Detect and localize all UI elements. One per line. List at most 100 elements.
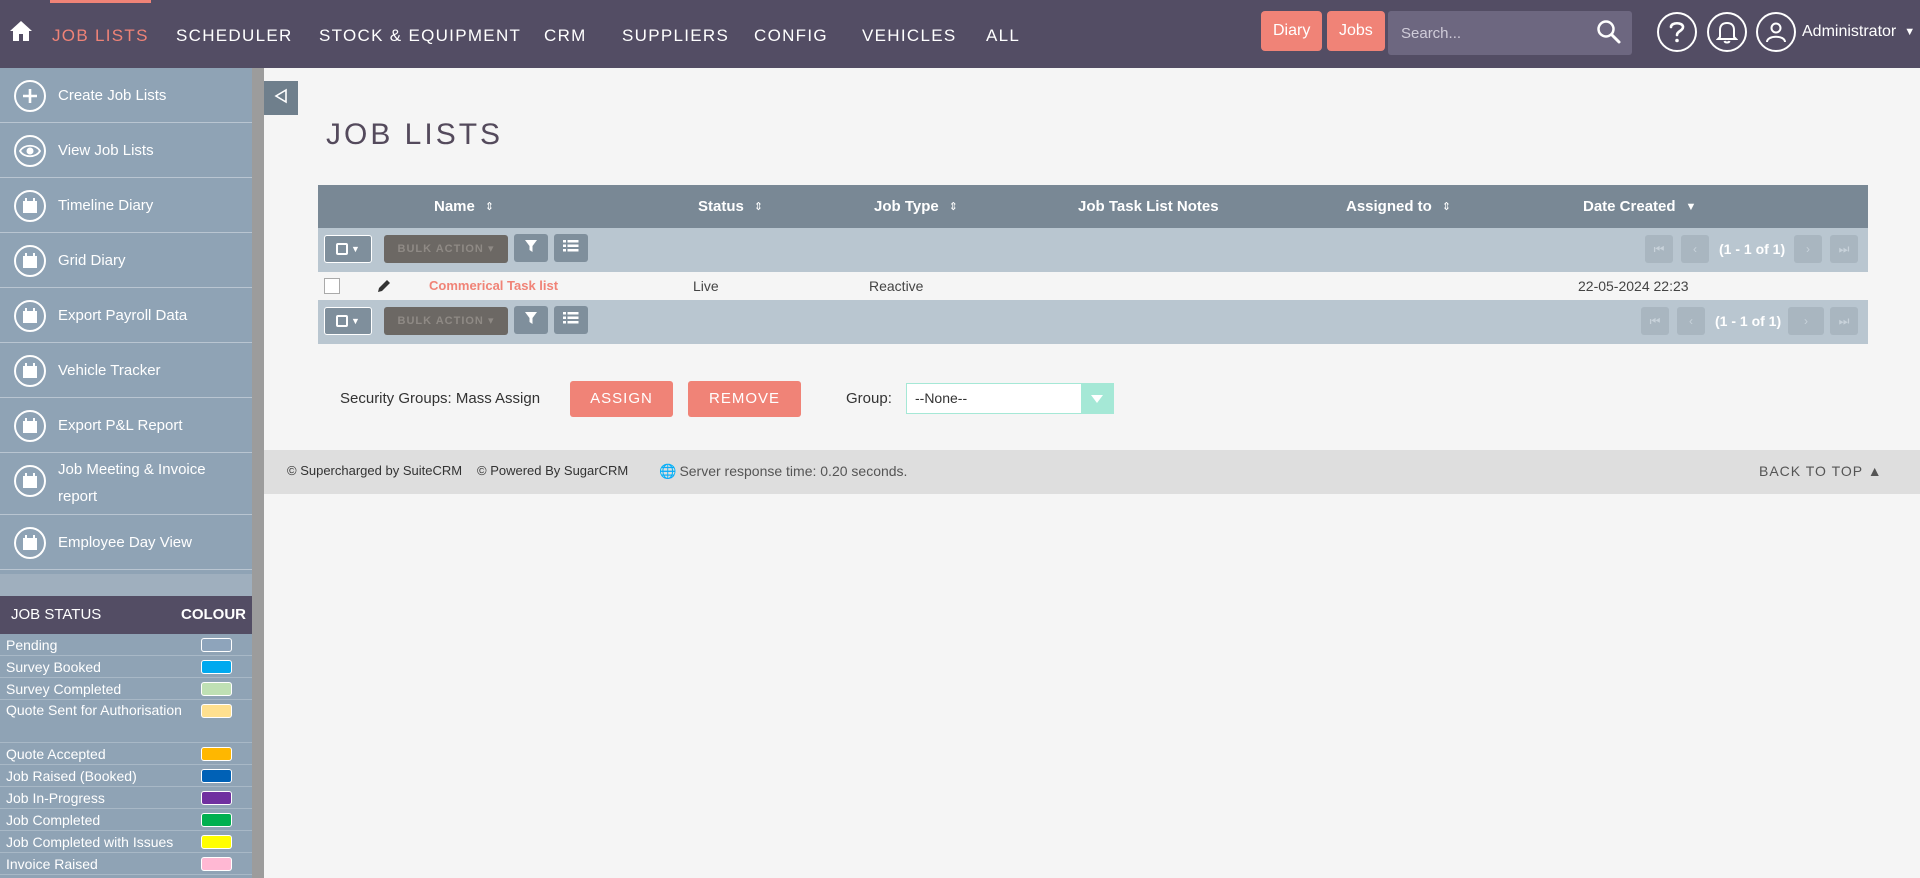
job-status-label: Survey Booked (6, 659, 101, 675)
calendar-icon (14, 527, 46, 559)
sidebar-item-view-job-lists[interactable]: View Job Lists (0, 123, 252, 178)
sidebar-item-employee-day-view[interactable]: Employee Day View (0, 515, 252, 570)
back-to-top-label: BACK TO TOP (1759, 463, 1863, 479)
collapse-sidebar-button[interactable] (264, 81, 298, 115)
job-status-colour-swatch (201, 747, 232, 761)
sort-desc-icon: ▼ (1685, 200, 1697, 213)
sidebar-item-create-job-lists[interactable]: Create Job Lists (0, 68, 252, 123)
globe-icon: 🌐 (659, 463, 677, 479)
bulk-action-button[interactable]: BULK ACTION ▾ (384, 307, 508, 335)
user-avatar-icon (1756, 12, 1796, 52)
column-header-label: Assigned to (1346, 198, 1432, 215)
remove-button[interactable]: REMOVE (688, 381, 801, 417)
sidebar-item-vehicle-tracker[interactable]: Vehicle Tracker (0, 343, 252, 398)
last-page-button[interactable]: ⏭ (1830, 307, 1858, 335)
calendar-icon (14, 300, 46, 332)
column-header-status[interactable]: Status ⇕ (698, 185, 763, 229)
sidebar-item-grid-diary[interactable]: Grid Diary (0, 233, 252, 288)
sidebar-item-label: Export Payroll Data (58, 307, 188, 324)
last-page-button[interactable]: ⏭ (1830, 235, 1858, 263)
job-status-colour-swatch (201, 857, 232, 871)
sidebar-item-label: Vehicle Tracker (58, 362, 161, 379)
job-status-item: Survey Booked (0, 656, 252, 678)
row-name-link[interactable]: Commerical Task list (429, 272, 558, 300)
diary-button[interactable]: Diary (1261, 11, 1323, 51)
select-all-dropdown[interactable]: ▼ (324, 307, 372, 335)
first-page-button[interactable]: ⏮ (1641, 307, 1669, 335)
powered-by-link[interactable]: © Powered By SugarCRM (477, 450, 628, 492)
sidebar-item-label: Employee Day View (58, 534, 192, 551)
row-checkbox[interactable] (324, 278, 340, 294)
server-response-label: Server response time: 0.20 seconds. (679, 463, 908, 479)
search-box (1388, 11, 1632, 55)
bulk-action-label: BULK ACTION (397, 243, 484, 255)
column-header-assigned-to[interactable]: Assigned to ⇕ (1346, 185, 1451, 229)
nav-config[interactable]: CONFIG (754, 0, 828, 68)
nav-vehicles[interactable]: VEHICLES (862, 0, 957, 68)
supercharged-link[interactable]: © Supercharged by SuiteCRM (287, 450, 462, 492)
column-header-label: Status (698, 198, 744, 215)
nav-crm[interactable]: CRM (544, 0, 587, 68)
nav-all[interactable]: ALL (986, 0, 1020, 68)
row-job-type: Reactive (869, 278, 924, 294)
job-status-label: Job Completed (6, 812, 101, 828)
calendar-icon (14, 465, 46, 497)
nav-job-lists[interactable]: JOB LISTS (50, 0, 151, 68)
bulk-action-label: BULK ACTION (397, 315, 484, 327)
column-header-date-created[interactable]: Date Created ▼ (1583, 185, 1696, 229)
job-status-label: Quote Sent for Authorisation (6, 702, 182, 718)
column-chooser-button[interactable] (554, 234, 588, 262)
first-page-button[interactable]: ⏮ (1645, 235, 1673, 263)
sidebar-item-export-payroll-data[interactable]: Export Payroll Data (0, 288, 252, 343)
search-input[interactable] (1388, 11, 1588, 55)
notifications-bell-icon[interactable] (1707, 12, 1747, 52)
column-header-label: Job Type (874, 198, 939, 215)
sidebar-item-label: Export P&L Report (58, 417, 183, 434)
group-select[interactable]: --None-- (906, 383, 1114, 414)
job-status-item: Job Completed with Issues (0, 831, 252, 853)
calendar-icon (14, 190, 46, 222)
nav-suppliers[interactable]: SUPPLIERS (622, 0, 729, 68)
pagination-count: (1 - 1 of 1) (1715, 313, 1782, 329)
calendar-icon (14, 245, 46, 277)
sidebar-item-job-meeting-invoice-report[interactable]: Job Meeting & Invoice report (0, 453, 252, 515)
job-status-colour-swatch (201, 791, 232, 805)
back-to-top-link[interactable]: BACK TO TOP ▲ (1759, 450, 1883, 492)
job-status-item: Survey Completed (0, 678, 252, 700)
user-menu[interactable]: Administrator ▼ (1756, 10, 1915, 54)
sidebar-item-label: Timeline Diary (58, 197, 154, 214)
jobs-button[interactable]: Jobs (1327, 11, 1385, 51)
sidebar-item-label: Job Meeting & Invoice report (58, 461, 206, 505)
previous-page-button[interactable]: ‹ (1677, 307, 1705, 335)
previous-page-button[interactable]: ‹ (1681, 235, 1709, 263)
next-page-button[interactable]: › (1794, 235, 1822, 263)
job-status-item: Job Raised (Booked) (0, 765, 252, 787)
group-label: Group: (846, 390, 892, 407)
top-navigation: JOB LISTS SCHEDULER STOCK & EQUIPMENT CR… (0, 0, 1920, 68)
column-chooser-button[interactable] (554, 306, 588, 334)
sort-icon: ⇕ (753, 200, 764, 213)
select-all-dropdown[interactable]: ▼ (324, 235, 372, 263)
nav-stock-equipment[interactable]: STOCK & EQUIPMENT (319, 0, 521, 68)
chevron-down-icon: ▼ (1904, 26, 1916, 38)
job-status-item: Pending (0, 634, 252, 656)
column-header-job-type[interactable]: Job Type ⇕ (874, 185, 958, 229)
filter-button[interactable] (514, 306, 548, 334)
sidebar-item-timeline-diary[interactable]: Timeline Diary (0, 178, 252, 233)
sort-icon: ⇕ (484, 200, 495, 213)
search-icon[interactable] (1596, 19, 1622, 50)
help-icon[interactable] (1657, 12, 1697, 52)
filter-button[interactable] (514, 234, 548, 262)
column-header-name[interactable]: Name ⇕ (434, 185, 494, 229)
assign-button[interactable]: ASSIGN (570, 381, 673, 417)
sidebar-scrollbar[interactable] (252, 68, 264, 878)
next-page-button[interactable]: › (1788, 307, 1824, 335)
sidebar-item-export-pl-report[interactable]: Export P&L Report (0, 398, 252, 453)
bulk-action-button[interactable]: BULK ACTION ▾ (384, 235, 508, 263)
nav-scheduler[interactable]: SCHEDULER (176, 0, 293, 68)
column-header-job-task-list-notes: Job Task List Notes (1078, 185, 1219, 228)
checkbox-icon (336, 243, 349, 255)
home-icon[interactable] (8, 18, 34, 44)
edit-pencil-icon[interactable] (376, 278, 392, 297)
job-status-item: Job Completed (0, 809, 252, 831)
